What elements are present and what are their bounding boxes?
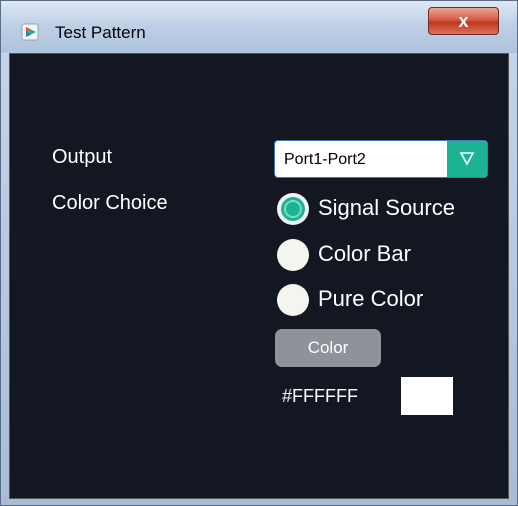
color-hex-value: #FFFFFF [282, 386, 358, 406]
radio-label-signal-source[interactable]: Signal Source [318, 195, 455, 221]
radio-color-bar[interactable] [276, 238, 310, 272]
radio-label-pure-color[interactable]: Pure Color [318, 286, 423, 312]
title-bar[interactable]: Test Pattern x [1, 1, 517, 53]
triangle-down-icon[interactable] [447, 141, 487, 177]
radio-pure-color[interactable] [276, 283, 310, 317]
window-title: Test Pattern [55, 23, 146, 42]
app-icon [21, 23, 39, 41]
output-dropdown[interactable]: Port1-Port2 [274, 140, 488, 178]
output-dropdown-value: Port1-Port2 [284, 151, 366, 168]
dialog-content: Output Port1-Port2 Color Choice Signal S… [9, 53, 509, 499]
color-button[interactable]: Color [275, 329, 381, 367]
color-choice-label: Color Choice [52, 192, 168, 214]
output-label: Output [52, 146, 113, 168]
color-swatch [401, 377, 453, 415]
close-button[interactable]: x [428, 7, 499, 35]
close-icon: x [458, 11, 469, 31]
test-pattern-window: Test Pattern x Output Port1-Port2 Color … [0, 0, 518, 506]
radio-signal-source[interactable] [276, 192, 310, 226]
radio-label-color-bar[interactable]: Color Bar [318, 241, 411, 267]
